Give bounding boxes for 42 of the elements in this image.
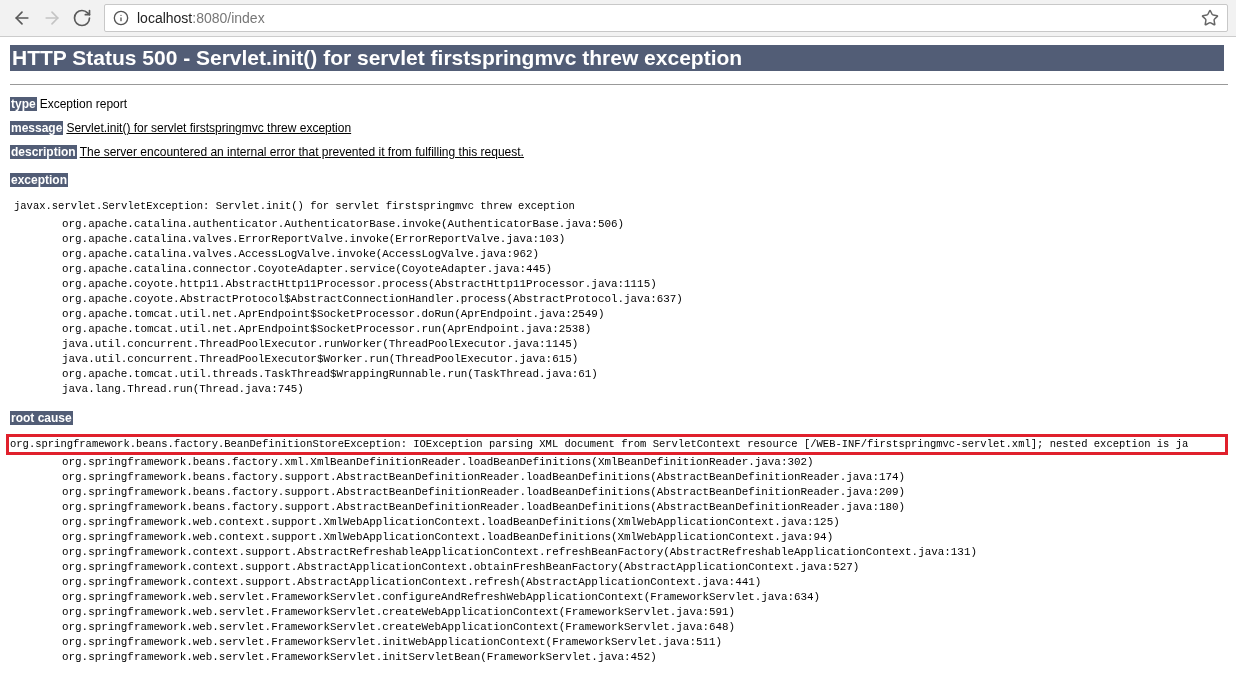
section-label: root cause [10, 411, 73, 425]
stack-trace-line: java.util.concurrent.ThreadPoolExecutor$Worker.run(ThreadPoolExecutor.java:615) [61, 352, 580, 367]
stack-trace-line: java.util.concurrent.ThreadPoolExecutor.runWorker(ThreadPoolExecutor.java:1145) [61, 337, 580, 352]
stack-trace-line: org.apache.tomcat.util.net.AprEndpoint$SocketProcessor.run(AprEndpoint.java:2538) [61, 322, 593, 337]
field-value: The server encountered an internal error that prevented it from fulfilling this request. [79, 145, 524, 159]
stack-trace-line: org.apache.coyote.http11.AbstractHttp11Processor.process(AbstractHttp11Processor.java:1115) [61, 277, 658, 292]
stack-trace-line: org.springframework.context.support.AbstractApplicationContext.obtainFreshBeanFactory(AbstractApplicationContext.java:527) [61, 560, 861, 575]
stack-trace-line: org.apache.catalina.connector.CoyoteAdapter.service(CoyoteAdapter.java:445) [61, 262, 554, 277]
stack-trace-line: org.springframework.beans.factory.BeanDefinitionStoreException: IOException parsing XML document from ServletContext resource [/WEB-INF/firstspringmvc-servlet.xml]; nested exception is ja [9, 437, 1190, 452]
stack-trace-line: org.springframework.beans.factory.support.AbstractBeanDefinitionReader.loadBeanDefinitions(AbstractBeanDefinitionReader.java:174) [61, 470, 907, 485]
stack-trace-line: org.springframework.context.support.AbstractApplicationContext.refresh(AbstractApplicationContext.java:441) [61, 575, 763, 590]
stack-trace-line: javax.servlet.ServletException: Servlet.init() for servlet firstspringmvc threw exception [13, 199, 576, 214]
stack-trace-line: org.apache.catalina.valves.ErrorReportValve.invoke(ErrorReportValve.java:103) [61, 232, 567, 247]
stack-trace-line: org.springframework.web.context.support.XmlWebApplicationContext.loadBeanDefinitions(XmlWebApplicationContext.java:94) [61, 530, 835, 545]
bookmark-star-icon[interactable] [1201, 9, 1219, 27]
stack-trace-line: org.apache.catalina.authenticator.AuthenticatorBase.invoke(AuthenticatorBase.java:506) [61, 217, 626, 232]
section-label: exception [10, 173, 68, 187]
stack-trace-line: org.apache.catalina.valves.AccessLogValve.invoke(AccessLogValve.java:962) [61, 247, 541, 262]
stack-trace-line: org.springframework.web.servlet.FrameworkServlet.createWebApplicationContext(FrameworkServlet.java:591) [61, 605, 737, 620]
field-value: Exception report [39, 97, 128, 111]
stack-trace-line: org.springframework.web.servlet.FrameworkServlet.initServletBean(FrameworkServlet.java:452) [61, 650, 658, 665]
stack-trace-line: org.apache.coyote.AbstractProtocol$AbstractConnectionHandler.process(AbstractProtocol.java:637) [61, 292, 684, 307]
url-text: localhost:8080/index [137, 10, 265, 26]
stack-trace-line: org.springframework.beans.factory.support.AbstractBeanDefinitionReader.loadBeanDefinitions(AbstractBeanDefinitionReader.java:209) [61, 485, 907, 500]
stack-trace-line: org.springframework.web.context.support.XmlWebApplicationContext.loadBeanDefinitions(XmlWebApplicationContext.java:125) [61, 515, 841, 530]
stack-trace-line: org.springframework.web.servlet.FrameworkServlet.configureAndRefreshWebApplicationContext(FrameworkServlet.java:634) [61, 590, 822, 605]
stack-trace-line: org.apache.tomcat.util.net.AprEndpoint$SocketProcessor.doRun(AprEndpoint.java:2549) [61, 307, 606, 322]
field-label: description [10, 145, 77, 159]
stack-trace-line: org.springframework.beans.factory.xml.XmlBeanDefinitionReader.loadBeanDefinitions(XmlBeanDefinitionReader.java:302) [61, 455, 815, 470]
stack-trace-line: org.springframework.beans.factory.support.AbstractBeanDefinitionReader.loadBeanDefinitions(AbstractBeanDefinitionReader.java:180) [61, 500, 907, 515]
stack-trace-line: java.lang.Thread.run(Thread.java:745) [61, 382, 305, 397]
page-title: HTTP Status 500 - Servlet.init() for servlet firstspringmvc threw exception [10, 45, 1224, 71]
address-bar[interactable]: localhost:8080/index [104, 4, 1228, 32]
stack-trace-line: org.apache.tomcat.util.threads.TaskThread$WrappingRunnable.run(TaskThread.java:61) [61, 367, 599, 382]
stack-trace-line: org.springframework.context.support.AbstractRefreshableApplicationContext.refreshBeanFactory(AbstractRefreshableApplicationContext.java:131) [61, 545, 978, 560]
info-icon[interactable] [113, 10, 129, 26]
stack-trace-line: org.springframework.web.servlet.FrameworkServlet.createWebApplicationContext(FrameworkServlet.java:648) [61, 620, 737, 635]
field-label: message [10, 121, 64, 135]
stack-trace-line: org.springframework.web.servlet.FrameworkServlet.initWebApplicationContext(FrameworkServlet.java:511) [61, 635, 724, 650]
field-value: Servlet.init() for servlet firstspringmvc threw exception [66, 121, 352, 135]
field-label: type [10, 97, 37, 111]
reload-icon [72, 8, 92, 28]
